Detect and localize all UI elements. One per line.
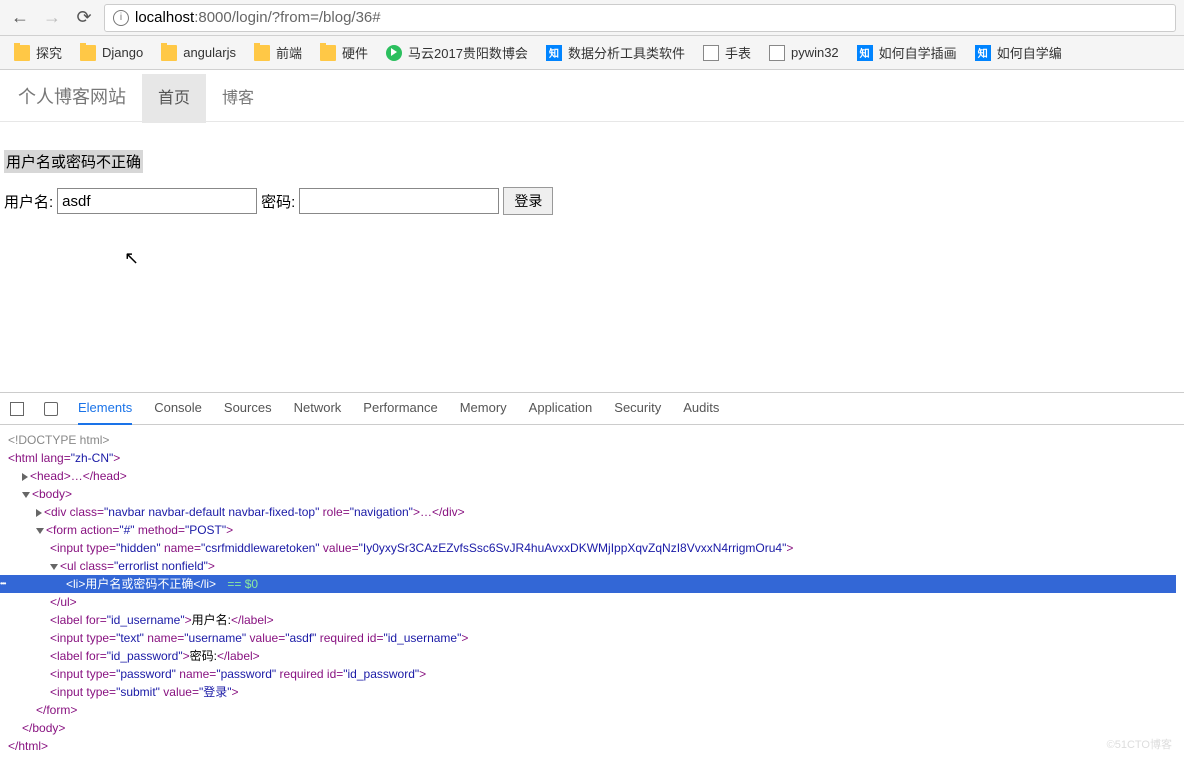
code-line: </form> bbox=[8, 701, 1176, 719]
doc-icon bbox=[703, 45, 719, 61]
device-icon[interactable] bbox=[44, 402, 58, 416]
bookmark-item[interactable]: 知数据分析工具类软件 bbox=[546, 43, 685, 62]
bookmark-item[interactable]: 知如何自学插画 bbox=[857, 43, 957, 62]
devtools-tab-sources[interactable]: Sources bbox=[224, 392, 272, 425]
bookmark-item[interactable]: pywin32 bbox=[769, 45, 839, 61]
forward-button[interactable]: → bbox=[40, 6, 64, 30]
code-line[interactable]: <div class="navbar navbar-default navbar… bbox=[8, 503, 1176, 521]
page-viewport: 个人博客网站 首页博客 用户名或密码不正确 用户名: 密码: 登录 ↖ bbox=[0, 70, 1184, 215]
bookmark-item[interactable]: 前端 bbox=[254, 43, 302, 62]
code-line[interactable]: <ul class="errorlist nonfield"> bbox=[8, 557, 1176, 575]
devtools-panel: Elements Console Sources Network Performance… bbox=[0, 392, 1184, 762]
login-form: 用户名: 密码: 登录 bbox=[0, 187, 1184, 215]
elements-tree[interactable]: <!DOCTYPE html> <html lang="zh-CN"> <hea… bbox=[0, 425, 1184, 762]
bookmark-label: 数据分析工具类软件 bbox=[568, 43, 685, 62]
code-line: <input type="hidden" name="csrfmiddlewar… bbox=[8, 539, 1176, 557]
watermark: ©51CTO博客 bbox=[1107, 736, 1172, 752]
reload-button[interactable]: ⟳ bbox=[72, 6, 96, 30]
bookmark-item[interactable]: angularjs bbox=[161, 45, 236, 61]
bookmark-label: 硬件 bbox=[342, 43, 368, 62]
brand[interactable]: 个人博客网站 bbox=[18, 83, 126, 109]
code-line[interactable]: <head>…</head> bbox=[8, 467, 1176, 485]
bookmark-label: 探究 bbox=[36, 43, 62, 62]
code-line: </ul> bbox=[8, 593, 1176, 611]
bookmark-item[interactable]: 知如何自学编 bbox=[975, 43, 1062, 62]
nav-link[interactable]: 博客 bbox=[206, 74, 270, 123]
inspect-icon[interactable] bbox=[10, 402, 24, 416]
zhihu-icon: 知 bbox=[857, 45, 873, 61]
bookmark-label: 马云2017贵阳数博会 bbox=[408, 43, 528, 62]
url-port: :8000 bbox=[194, 9, 232, 26]
folder-icon bbox=[14, 45, 30, 61]
password-input[interactable] bbox=[299, 188, 499, 214]
folder-icon bbox=[161, 45, 177, 61]
nav-link[interactable]: 首页 bbox=[142, 74, 206, 123]
username-label: 用户名: bbox=[4, 191, 53, 212]
code-line: <!DOCTYPE html> bbox=[8, 431, 1176, 449]
bookmark-label: pywin32 bbox=[791, 45, 839, 60]
devtools-tabs: Elements Console Sources Network Performance… bbox=[0, 393, 1184, 425]
bookmark-label: 手表 bbox=[725, 43, 751, 62]
error-container: 用户名或密码不正确 bbox=[0, 122, 1184, 173]
devtools-tab-network[interactable]: Network bbox=[294, 392, 342, 425]
site-info-icon[interactable]: i bbox=[113, 10, 129, 26]
devtools-tab-memory[interactable]: Memory bbox=[460, 392, 507, 425]
site-navbar: 个人博客网站 首页博客 bbox=[0, 70, 1184, 122]
bookmark-label: Django bbox=[102, 45, 143, 60]
code-line: <input type="password" name="password" r… bbox=[8, 665, 1176, 683]
bookmark-label: 如何自学插画 bbox=[879, 43, 957, 62]
browser-toolbar: ← → ⟳ i localhost:8000/login/?from=/blog… bbox=[0, 0, 1184, 36]
selected-element[interactable]: <li>用户名或密码不正确</li> == $0 bbox=[0, 575, 1176, 593]
code-line: <html lang="zh-CN"> bbox=[8, 449, 1176, 467]
folder-icon bbox=[254, 45, 270, 61]
code-line: <input type="text" name="username" value… bbox=[8, 629, 1176, 647]
bookmark-item[interactable]: 探究 bbox=[14, 43, 62, 62]
password-label: 密码: bbox=[261, 191, 295, 212]
bookmark-label: angularjs bbox=[183, 45, 236, 60]
zhihu-icon: 知 bbox=[546, 45, 562, 61]
devtools-tab-security[interactable]: Security bbox=[614, 392, 661, 425]
url-path: /login/?from=/blog/36# bbox=[232, 9, 381, 26]
bookmark-item[interactable]: 马云2017贵阳数博会 bbox=[386, 43, 528, 62]
code-line[interactable]: <form action="#" method="POST"> bbox=[8, 521, 1176, 539]
bookmark-item[interactable]: Django bbox=[80, 45, 143, 61]
url-host: localhost bbox=[135, 9, 194, 26]
play-icon bbox=[386, 45, 402, 61]
code-line: <input type="submit" value="登录"> bbox=[8, 683, 1176, 701]
code-line: <label for="id_password">密码:</label> bbox=[8, 647, 1176, 665]
folder-icon bbox=[80, 45, 96, 61]
code-line: <label for="id_username">用户名:</label> bbox=[8, 611, 1176, 629]
cursor-icon: ↖ bbox=[124, 248, 139, 269]
code-line: </html> bbox=[8, 737, 1176, 755]
bookmark-label: 如何自学编 bbox=[997, 43, 1062, 62]
username-input[interactable] bbox=[57, 188, 257, 214]
devtools-tab-console[interactable]: Console bbox=[154, 392, 202, 425]
code-line[interactable]: <body> bbox=[8, 485, 1176, 503]
login-button[interactable]: 登录 bbox=[503, 187, 553, 215]
error-message: 用户名或密码不正确 bbox=[4, 150, 143, 173]
bookmark-item[interactable]: 硬件 bbox=[320, 43, 368, 62]
doc-icon bbox=[769, 45, 785, 61]
bookmarks-bar: 探究Djangoangularjs前端硬件马云2017贵阳数博会知数据分析工具类… bbox=[0, 36, 1184, 70]
devtools-tab-performance[interactable]: Performance bbox=[363, 392, 437, 425]
devtools-tab-application[interactable]: Application bbox=[529, 392, 593, 425]
code-line: </body> bbox=[8, 719, 1176, 737]
bookmark-item[interactable]: 手表 bbox=[703, 43, 751, 62]
devtools-tab-audits[interactable]: Audits bbox=[683, 392, 719, 425]
zhihu-icon: 知 bbox=[975, 45, 991, 61]
devtools-tab-elements[interactable]: Elements bbox=[78, 392, 132, 425]
address-bar[interactable]: i localhost:8000/login/?from=/blog/36# bbox=[104, 4, 1176, 32]
folder-icon bbox=[320, 45, 336, 61]
back-button[interactable]: ← bbox=[8, 6, 32, 30]
bookmark-label: 前端 bbox=[276, 43, 302, 62]
